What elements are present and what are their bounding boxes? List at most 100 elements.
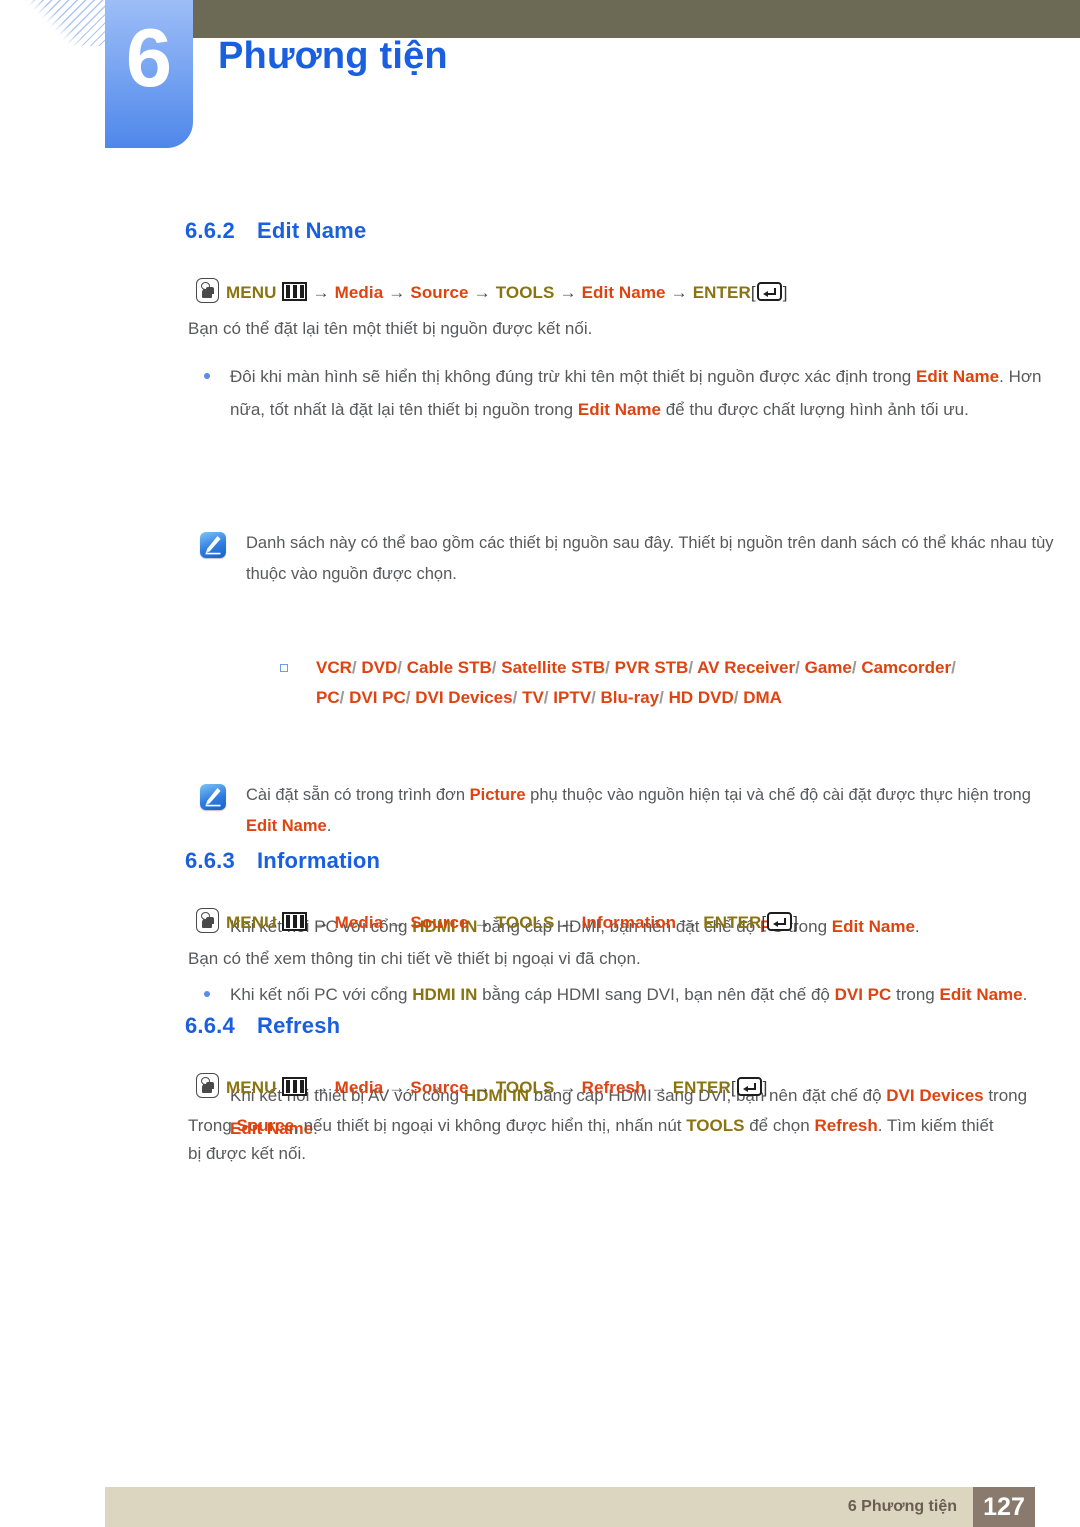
arrow-4: → [559,283,577,302]
arrow-5: → [670,283,688,302]
bullet-hl-edit-name-2: Edit Name [577,400,661,419]
intro-paragraph-edit-name: Bạn có thể đặt lại tên một thiết bị nguồ… [188,319,593,338]
arrow-5: → [681,913,699,932]
device-cable-stb: Cable STB [406,658,492,677]
device-dvi-devices: DVI Devices [415,688,513,707]
note-text-2a: Cài đặt sẵn có trong trình đơn [246,786,470,804]
menu-step-enter: ENTER [692,283,751,302]
refresh-hl-tools: TOOLS [686,1116,745,1135]
bullet-hl-hdmi-in: HDMI IN [412,985,478,1004]
device-camcorder: Camcorder [861,658,952,677]
arrow-2: → [388,913,406,932]
menu-step-enter: ENTER [672,1078,731,1097]
arrow-4: → [559,913,577,932]
arrow-2: → [388,283,406,302]
arrow-4: → [559,1078,577,1097]
menu-step-edit-name: Edit Name [581,283,666,302]
header-olive-bar [193,0,1080,38]
device-vcr: VCR [316,658,352,677]
device-blu-ray: Blu-ray [600,688,660,707]
section-heading-refresh: 6.6.4 Refresh [185,1013,340,1039]
sep-11: / [512,688,518,707]
refresh-hl-source: Source [236,1116,295,1135]
device-av-receiver: AV Receiver [697,658,796,677]
bracket-close: ] [762,1078,768,1097]
note-pencil-icon [200,784,226,810]
menu-step-information: Information [581,913,677,932]
menu-grid-icon [282,1077,308,1096]
bullet-text-3b: bằng cáp HDMI sang DVI, bạn nên đặt chế … [477,985,835,1004]
page-header: 6 Phương tiện [0,0,1080,160]
menu-step-source: Source [410,283,469,302]
note-hl-edit-name: Edit Name [246,817,327,835]
bullet-item-hdmi-dvi-pc: Khi kết nối PC với cổng HDMI IN bằng cáp… [188,978,1050,1011]
menu-step-enter: ENTER [703,913,762,932]
arrow-1: → [312,1078,330,1097]
menu-path-information: MENU → Media → Source → TOOLS → Information → ENTE… [196,908,798,933]
bracket-open: [ [730,1078,736,1097]
page-footer: 6 Phương tiện 127 [105,1487,1035,1527]
section-number: 6.6.4 [185,1013,235,1038]
note-picture-presets: Cài đặt sẵn có trong trình đơn Picture p… [188,780,1066,842]
menu-path-refresh: MENU → Media → Source → TOOLS → Refresh → ENTER[] [196,1073,767,1098]
enter-key-icon [736,1077,762,1096]
sep-4: / [605,658,610,677]
section-title: Refresh [257,1013,341,1038]
note-device-list: Danh sách này có thể bao gồm các thiết b… [188,528,1066,590]
bracket-open: [ [750,283,756,302]
menu-step-media: Media [334,283,384,302]
sep-9: / [339,688,345,707]
menu-path-edit-name: MENU → Media → Source → TOOLS → Edit Name → ENTER[… [196,278,788,303]
square-bullet-icon [280,664,288,672]
note-text-2b: phụ thuộc vào nguồn hiện tại và chế độ c… [525,786,1031,804]
chapter-tab: 6 [105,0,193,148]
bullet-hl-edit-name: Edit Name [939,985,1023,1004]
refresh-paragraph: Trong Source, nếu thiết bị ngoại vi khôn… [188,1112,1010,1168]
footer-page-number: 127 [973,1487,1035,1527]
hand-press-icon [196,1073,219,1098]
bullet-hl-edit-name-1: Edit Name [915,367,1000,386]
bullet-text-3a: Khi kết nối PC với cổng [230,985,413,1004]
menu-grid-icon [282,282,308,301]
chapter-title: Phương tiện [218,35,448,77]
footer-chapter-label: 6 Phương tiện [847,1498,957,1515]
enter-key-icon [756,282,782,301]
bullet-hl-dvi-devices: DVI Devices [886,1086,984,1105]
bullet-dot-icon [204,991,210,997]
menu-label: MENU [226,913,277,932]
menu-step-tools: TOOLS [495,913,555,932]
bracket-close: ] [782,283,788,302]
sep-7: / [851,658,857,677]
hand-press-icon [196,278,219,303]
hand-press-icon [196,908,219,933]
note-text-2c: . [326,817,332,835]
menu-step-tools: TOOLS [495,283,555,302]
menu-label: MENU [226,1078,277,1097]
refresh-hl-refresh: Refresh [814,1116,878,1135]
sep-2: / [397,658,403,677]
sep-12: / [543,688,549,707]
page-content: 6.6.2 Edit Name MENU → Media → Source → TOOLS → E… [0,200,1080,1163]
sep-15: / [733,688,739,707]
menu-step-media: Media [334,913,384,932]
sep-6: / [795,658,800,677]
bullet-text-2d: . [914,917,920,936]
device-tv: TV [522,688,544,707]
arrow-1: → [312,913,330,932]
bullet-text-1c: để thu được chất lượng hình ảnh tối ưu. [661,400,969,419]
arrow-1: → [312,283,330,302]
bullet-dot-icon [204,373,210,379]
device-dma: DMA [743,688,782,707]
section-number: 6.6.3 [185,848,235,873]
sep-1: / [351,658,357,677]
sep-13: / [591,688,596,707]
arrow-5: → [650,1078,668,1097]
device-hd-dvd: HD DVD [668,688,734,707]
bracket-close: ] [793,913,799,932]
note-pencil-icon [200,532,226,558]
device-dvi-pc: DVI PC [349,688,406,707]
bullet-text-4c: trong [983,1086,1028,1105]
arrow-3: → [473,1078,491,1097]
section-number: 6.6.2 [185,218,235,243]
note-hl-picture: Picture [469,786,526,804]
